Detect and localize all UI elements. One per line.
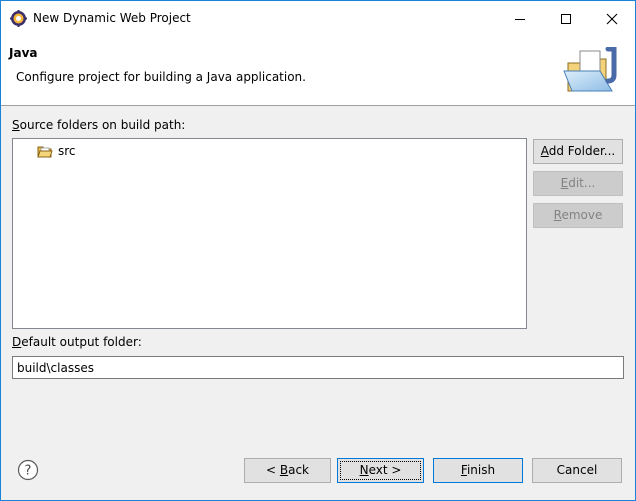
dialog-window: New Dynamic Web Project Java Configure p…: [0, 0, 636, 501]
maximize-button[interactable]: [543, 1, 589, 36]
source-folder-icon: [37, 146, 53, 158]
window-title: New Dynamic Web Project: [33, 11, 191, 25]
output-folder-input[interactable]: [12, 356, 624, 379]
source-folders-label: Source folders on build path:: [12, 118, 186, 132]
tree-item-label: src: [58, 144, 76, 158]
help-icon[interactable]: ?: [17, 459, 39, 481]
minimize-button[interactable]: [497, 1, 543, 36]
title-bar[interactable]: New Dynamic Web Project: [1, 1, 635, 36]
maximize-icon: [561, 14, 571, 24]
eclipse-gear-icon: [10, 10, 27, 27]
add-folder-button[interactable]: Add Folder...: [533, 139, 623, 164]
page-title: Java: [9, 46, 38, 60]
edit-button[interactable]: Edit...: [533, 171, 623, 196]
close-button[interactable]: [589, 1, 635, 36]
focus-ring: [340, 461, 421, 480]
cancel-button[interactable]: Cancel: [532, 458, 622, 483]
finish-button[interactable]: Finish: [433, 458, 523, 483]
close-icon: [606, 13, 618, 25]
svg-text:?: ?: [25, 464, 32, 479]
source-folders-tree[interactable]: src: [12, 138, 527, 329]
wizard-header: Java Configure project for building a Ja…: [1, 36, 635, 106]
output-folder-label: Default output folder:: [12, 335, 142, 349]
remove-button[interactable]: Remove: [533, 203, 623, 228]
minimize-icon: [515, 19, 525, 20]
java-project-folder-icon: [563, 47, 617, 92]
next-button[interactable]: Next >: [337, 458, 424, 483]
back-button[interactable]: < Back: [244, 458, 331, 483]
page-description: Configure project for building a Java ap…: [16, 70, 306, 84]
